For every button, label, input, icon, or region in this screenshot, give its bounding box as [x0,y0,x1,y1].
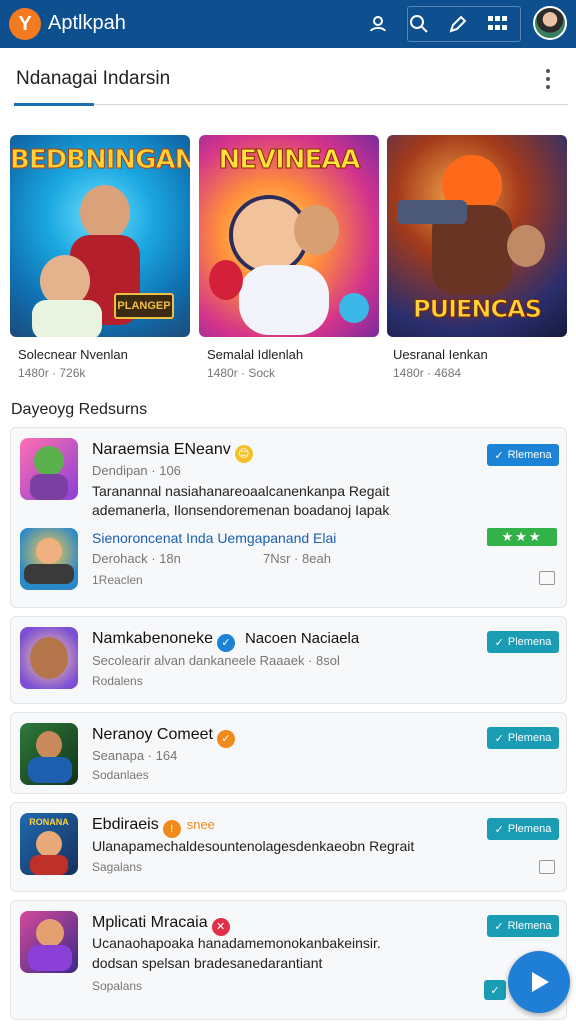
app-bar: Y Aptlkpah [0,0,576,48]
featured-label-3[interactable]: Uesranal Ienkan [393,347,488,362]
active-tab-indicator [14,103,94,106]
app-title: Namkabenoneke ✓ Nacoen Naciaela [92,630,359,652]
app-title: Neranoy Comeet ✓ [92,726,235,748]
check-icon: ✓ [494,823,504,836]
check-icon: ✓ [494,636,504,649]
featured-banner-1: BEDBNINGAN [10,145,190,176]
featured-meta-1: 1480r · 726k [18,366,86,380]
app-title: Ebdiraeis! snee [92,816,215,838]
app-description-line-1: Taranannal nasiahanareoaalcanenkanpa Reg… [92,483,390,499]
app-icon: RONANA [20,813,78,875]
install-button[interactable]: ✓ Plemena [487,818,559,840]
app-list-item[interactable]: Mplicati Mracaia ✕ Ucanaohapoaka hanadame… [10,900,567,1020]
sub-app-small: 1Reaclen [92,573,143,587]
emoji-badge-icon: 😊 [234,445,253,463]
app-subtitle: Secolearir alvan dankaneele Raaaek · 8so… [92,653,340,668]
app-description-line-1: Ulanapamechaldesountenolagesdenkaeobn Re… [92,838,415,854]
check-icon: ✓ [494,732,504,745]
weapon [397,200,467,224]
app-list-item[interactable]: RONANA Ebdiraeis! snee Ulanapamechaldesou… [10,802,567,892]
page-title: Ndanagai Indarsin [16,68,171,89]
featured-card-2[interactable]: NEVINEAA [199,135,379,337]
play-fab-button[interactable] [508,951,570,1013]
featured-meta-2: 1480r · Sock [207,366,276,380]
small-action-button[interactable]: ✓ [484,980,506,1000]
image-icon[interactable] [539,860,555,874]
play-badge-icon [339,293,369,323]
app-title: Aptlkpah [48,12,126,34]
app-subtitle: Seanapa · 164 [92,748,178,763]
featured-badge: PLANGEP [114,293,174,319]
app-small: Sopalans [92,979,143,993]
featured-banner-2: NEVINEAA [218,145,361,176]
app-icon [20,723,78,785]
app-icon [20,528,78,590]
app-small: Rodalens [92,674,143,688]
tab-divider [94,104,568,105]
app-logo[interactable]: Y [9,8,41,40]
app-description-line-2: ademanerla, Ilonsendoremenan boadanoj Ia… [92,502,390,518]
install-button[interactable]: ✓ Rlemena [487,444,559,466]
app-icon [20,627,78,689]
check-icon: ✓ [494,449,504,462]
list-heading: Dayeoyg Redsurns [11,401,148,418]
badge-icon: ✓ [216,730,235,748]
install-button[interactable]: ✓ Plemena [487,631,559,653]
sub-app-title[interactable]: Sienoroncenat Inda Uemgapanand Elai [92,530,336,546]
search-icon[interactable] [405,10,433,38]
user-icon[interactable] [364,10,392,38]
verified-icon: ✓ [216,634,235,652]
character-head [507,225,545,267]
featured-card-1[interactable]: BEDBNINGAN PLANGEP [10,135,190,337]
app-small: Sodanlaes [92,768,149,782]
image-icon[interactable] [539,571,555,585]
more-options-icon[interactable] [538,66,558,92]
rating-stars: ★★★ [487,528,557,546]
app-description-line-1: Ucanaohapoaka hanadamemonokanbakeinsir. [92,935,381,951]
app-title: Naraemsia ENeanv 😊 [92,441,253,463]
app-list-item[interactable]: Namkabenoneke ✓ Nacoen Naciaela Secolearir… [10,616,567,704]
featured-label-2[interactable]: Semalal Idlenlah [207,347,303,362]
sub-app-meta-left: Derohack · 18n [92,551,181,566]
app-icon [20,911,78,973]
featured-banner-3: PUIENCAS [413,295,543,324]
check-icon: ✓ [494,920,504,933]
app-list-item[interactable]: Naraemsia ENeanv 😊 Dendipan · 106 Taranan… [10,427,567,608]
app-list-item[interactable]: Neranoy Comeet ✓ Seanapa · 164 Sodanlaes … [10,712,567,794]
play-icon [532,972,549,992]
featured-meta-3: 1480r · 4684 [393,366,462,380]
app-description-line-2: dodsan spelsan bradesanedarantiant [92,955,323,971]
character-body [32,300,102,337]
install-button[interactable]: ✓ Rlemena [487,915,559,937]
featured-label-1[interactable]: Solecnear Nvenlan [18,347,128,362]
character-head [294,205,339,255]
featured-card-3[interactable]: PUIENCAS [387,135,567,337]
sub-app-meta-right: 7Nsr · 8eah [263,551,331,566]
install-button[interactable]: ✓ Plemena [487,727,559,749]
app-small: Sagalans [92,860,143,874]
app-icon [20,438,78,500]
character-head [80,185,130,240]
character-head [209,260,243,300]
tag-icon[interactable] [444,10,472,38]
app-subtitle: Dendipan · 106 [92,463,181,478]
grid-icon[interactable] [484,10,512,38]
profile-avatar[interactable] [533,6,567,40]
character-body [239,265,329,335]
